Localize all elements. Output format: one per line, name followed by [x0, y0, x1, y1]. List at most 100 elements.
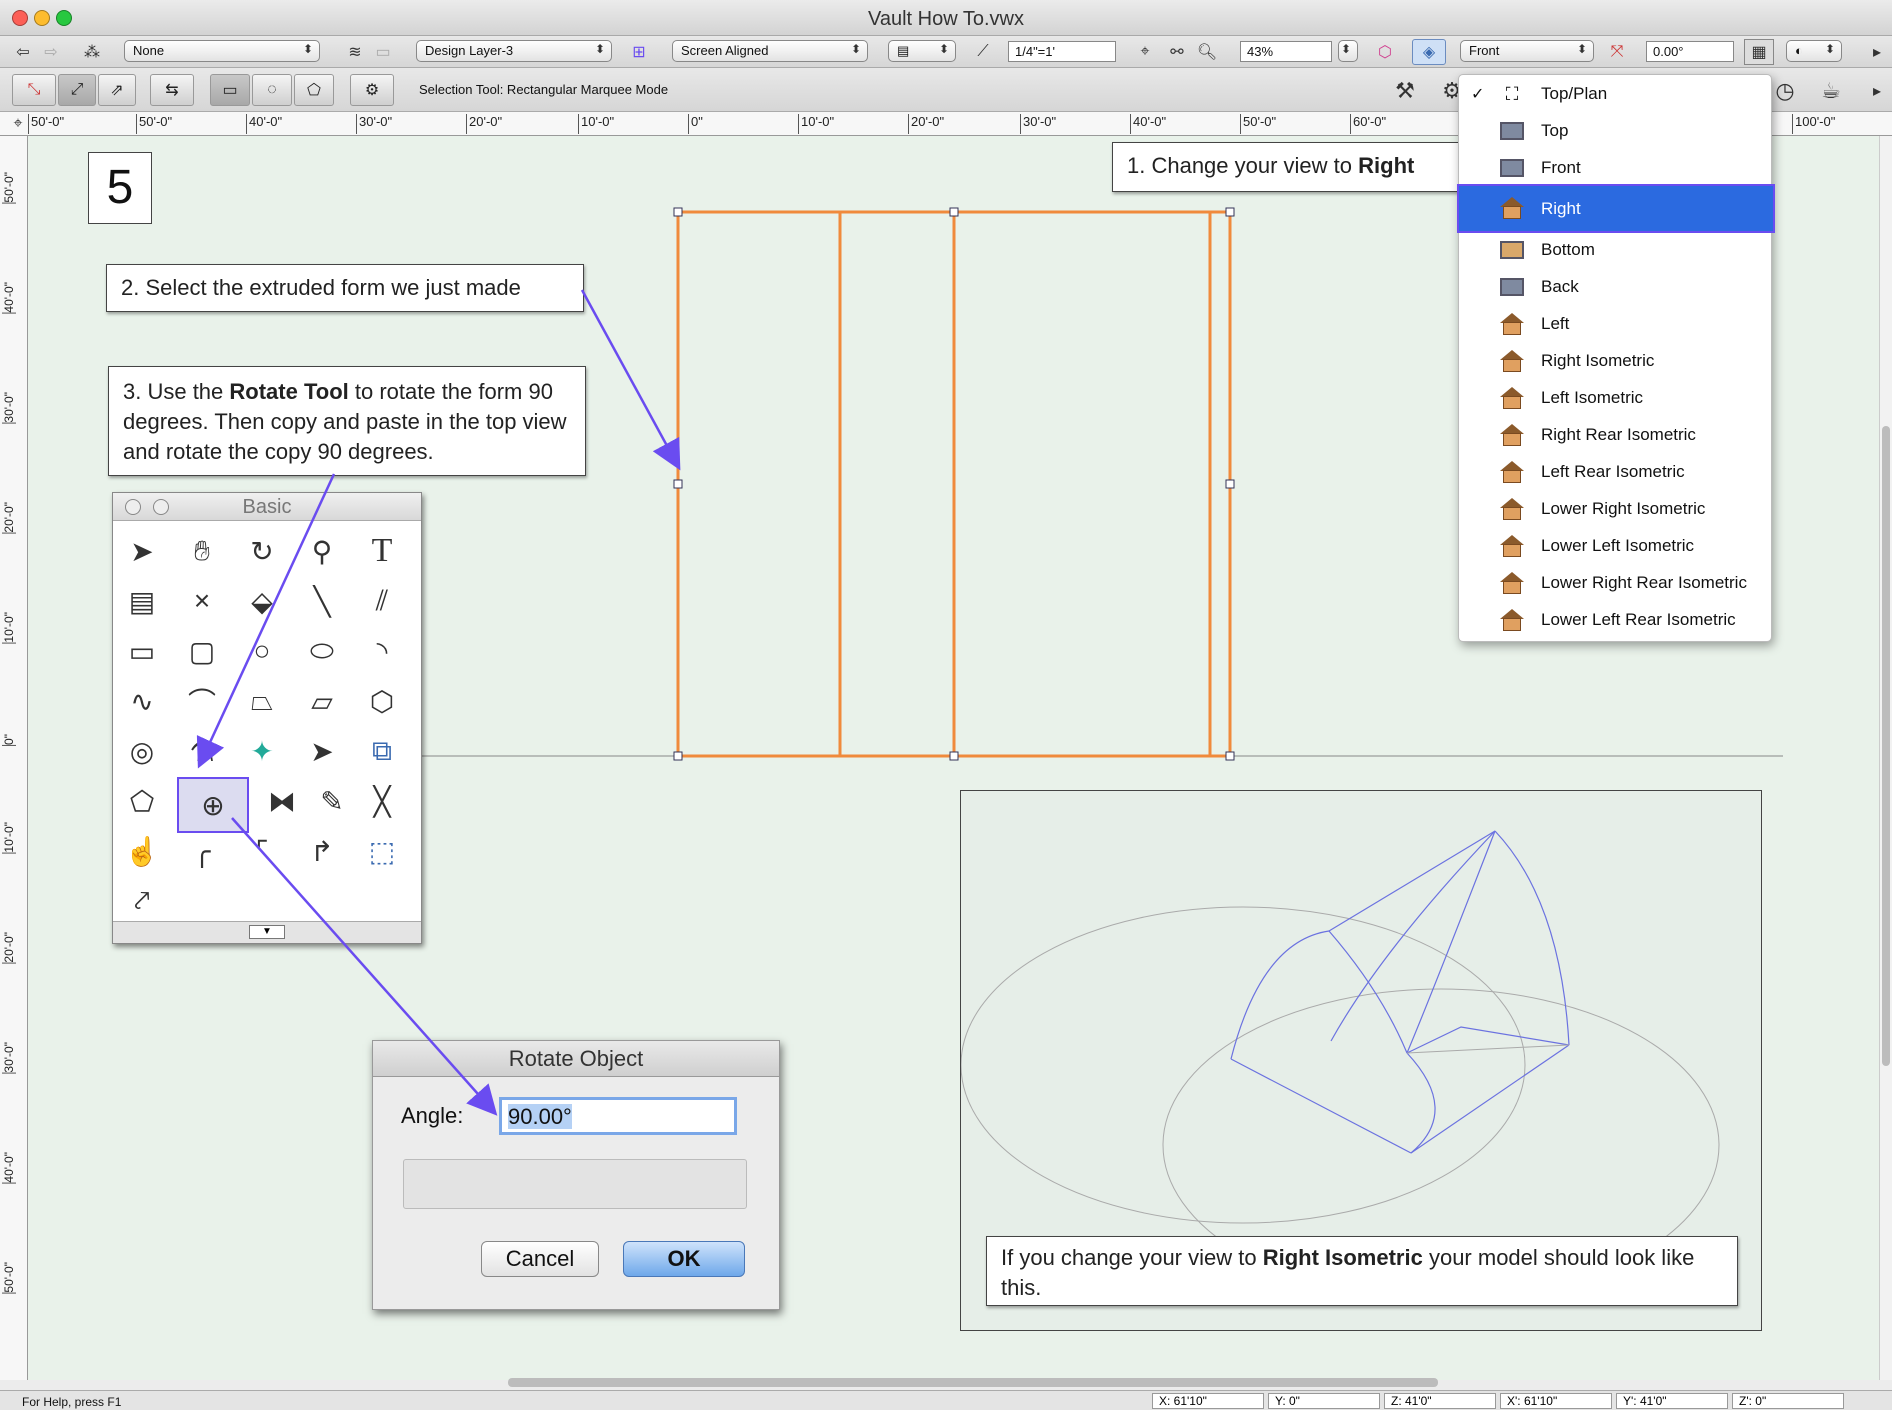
light-settings-icon[interactable]: ▦ — [1744, 39, 1774, 65]
horizontal-scroll-thumb[interactable] — [508, 1378, 1438, 1387]
menu-item-top-plan[interactable]: ✓ ⛶ Top/Plan — [1459, 75, 1773, 112]
zoom-dropdown[interactable] — [1338, 40, 1358, 62]
magic-wand-tool-icon[interactable]: ✦ — [237, 727, 287, 775]
menu-item-back[interactable]: Back — [1459, 268, 1773, 305]
selection-preferences-icon[interactable]: ⚙ — [350, 74, 394, 106]
symbol-insertion-tool-icon[interactable]: ⬙ — [237, 577, 287, 625]
angle-field[interactable]: 0.00° — [1646, 41, 1734, 62]
circle-tool-icon[interactable]: ○ — [237, 627, 287, 675]
menu-item-left[interactable]: Left — [1459, 305, 1773, 342]
multiple-objects-mode-icon[interactable]: ⇗ — [98, 74, 136, 106]
modebar-overflow-icon[interactable]: ▸ — [1866, 76, 1888, 106]
cancel-button[interactable]: Cancel — [481, 1241, 599, 1277]
palette-title-bar[interactable]: Basic — [113, 493, 421, 521]
mirror-tool-icon[interactable]: ⧓ — [257, 777, 307, 825]
clock-icon[interactable]: ◷ — [1768, 76, 1802, 106]
palette-collapse-button[interactable] — [153, 499, 169, 515]
working-plane-icon[interactable]: ⊞ — [624, 40, 654, 64]
move-by-points-tool-icon[interactable]: ⤤ — [117, 877, 167, 925]
plane-popup[interactable]: Screen Aligned — [672, 40, 868, 62]
menu-item-lower-left-rear-isometric[interactable]: Lower Left Rear Isometric — [1459, 601, 1773, 638]
spiral-tool-icon[interactable]: ◎ — [117, 727, 167, 775]
chamfer-tool-icon[interactable]: ⌜ — [237, 827, 287, 875]
layer-options-icon[interactable]: ▭ — [370, 40, 396, 64]
fillet-tool-icon[interactable]: ╭ — [177, 827, 227, 875]
rounded-rectangle-tool-icon[interactable]: ▢ — [177, 627, 227, 675]
rendering-icon[interactable]: ⬡ — [1372, 40, 1398, 64]
single-object-mode-icon[interactable]: ⤢ — [58, 74, 96, 106]
axis-icon[interactable]: ⤧ — [1604, 40, 1630, 64]
rectangle-tool-icon[interactable]: ▭ — [117, 627, 167, 675]
double-line-tool-icon[interactable]: ⫽ — [357, 577, 407, 625]
double-polygon-tool-icon[interactable]: ⏥ — [297, 677, 347, 725]
scale-field[interactable]: 1/4"=1' — [1008, 41, 1116, 62]
flyover-tool-icon[interactable]: ↻ — [237, 527, 287, 575]
menu-item-top[interactable]: Top — [1459, 112, 1773, 149]
arc-tool-icon[interactable]: ◝ — [357, 627, 407, 675]
menu-item-right[interactable]: Right — [1457, 184, 1775, 233]
rotate-tool-icon[interactable]: ⊕ — [177, 777, 249, 833]
layer-popup[interactable]: Design Layer-3 — [416, 40, 612, 62]
reshape-tool-icon[interactable]: ⬠ — [117, 777, 167, 825]
forward-arrow-icon[interactable]: ⇨ — [38, 40, 64, 64]
scale-icon[interactable]: ⟋ — [970, 40, 996, 64]
attribute-mapping-tool-icon[interactable]: ⧉ — [357, 727, 407, 775]
toolbar-overflow-icon[interactable]: ▸ — [1866, 40, 1888, 64]
eyedropper-tool-icon[interactable]: ⚗ — [177, 727, 227, 775]
oval-tool-icon[interactable]: ⬭ — [297, 627, 347, 675]
trim-tool-icon[interactable]: ╳ — [357, 777, 407, 825]
offset-tool-icon[interactable]: ↱ — [297, 827, 347, 875]
vertical-scroll-thumb[interactable] — [1882, 426, 1890, 1066]
transform-mode-icon[interactable]: ⇆ — [150, 74, 194, 106]
menu-item-right-rear-isometric[interactable]: Right Rear Isometric — [1459, 416, 1773, 453]
menu-item-left-isometric[interactable]: Left Isometric — [1459, 379, 1773, 416]
menu-item-bottom[interactable]: Bottom — [1459, 231, 1773, 268]
palette-expand-icon[interactable]: ▼ — [249, 925, 285, 939]
menu-item-lower-right-rear-isometric[interactable]: Lower Right Rear Isometric — [1459, 564, 1773, 601]
palette-close-button[interactable] — [125, 499, 141, 515]
class-navigation-icon[interactable]: ⁂ — [78, 40, 106, 64]
menu-item-lower-right-isometric[interactable]: Lower Right Isometric — [1459, 490, 1773, 527]
ruler-origin-icon[interactable]: ⌖ — [8, 114, 28, 134]
vertical-scrollbar[interactable] — [1879, 136, 1892, 1380]
zoom-field[interactable]: 43% — [1240, 41, 1332, 62]
snapping-icon[interactable]: ⚒ — [1388, 76, 1422, 106]
sheet-popup[interactable]: ▤ — [888, 40, 956, 62]
menu-item-left-rear-isometric[interactable]: Left Rear Isometric — [1459, 453, 1773, 490]
locus-tool-icon[interactable]: × — [177, 577, 227, 625]
polygon-tool-icon[interactable]: ⏢ — [237, 677, 287, 725]
selection-tool-icon[interactable]: ➤ — [117, 527, 167, 575]
zoom-tool-icon[interactable]: ⚲ — [297, 527, 347, 575]
rectangular-marquee-icon[interactable]: ▭ — [210, 74, 250, 106]
projection-icon[interactable]: ◈ — [1412, 39, 1446, 65]
teapot-icon[interactable]: ☕︎ — [1814, 76, 1848, 106]
magnifier-icon[interactable]: 🔍︎ — [1194, 40, 1220, 64]
connect-combine-tool-icon[interactable]: ☝ — [117, 827, 167, 875]
line-tool-icon[interactable]: ╲ — [297, 577, 347, 625]
render-mode-popup[interactable]: ◐ — [1786, 40, 1842, 62]
menu-item-right-isometric[interactable]: Right Isometric — [1459, 342, 1773, 379]
polyline-tool-icon[interactable]: ⌒ — [177, 677, 227, 725]
pan-tool-icon[interactable]: ✋︎ — [177, 527, 227, 575]
extruded-form[interactable] — [673, 207, 1235, 761]
split-tool-icon[interactable]: ✎ — [307, 777, 357, 825]
angle-input[interactable]: 90.00° — [499, 1097, 737, 1135]
layers-icon[interactable]: ≋ — [342, 40, 368, 64]
class-popup[interactable]: None — [124, 40, 320, 62]
polygon-marquee-icon[interactable]: ⬠ — [294, 74, 334, 106]
regular-polygon-tool-icon[interactable]: ⬡ — [357, 677, 407, 725]
text-tool-icon[interactable]: T — [357, 527, 407, 575]
menu-item-lower-left-isometric[interactable]: Lower Left Isometric — [1459, 527, 1773, 564]
disable-snapping-icon[interactable]: ⤡ — [12, 74, 56, 106]
zoom-objects-icon[interactable]: ⚯ — [1164, 40, 1190, 64]
callout-tool-icon[interactable]: ▤ — [117, 577, 167, 625]
freehand-tool-icon[interactable]: ∿ — [117, 677, 167, 725]
menu-item-front[interactable]: Front — [1459, 149, 1773, 186]
view-popup[interactable]: Front — [1460, 40, 1594, 62]
back-arrow-icon[interactable]: ⇦ — [10, 40, 36, 64]
zoom-fit-icon[interactable]: ⌖ — [1132, 40, 1158, 64]
visibility-tool-icon[interactable]: ➤ — [297, 727, 347, 775]
clip-tool-icon[interactable]: ⬚ — [357, 827, 407, 875]
ok-button[interactable]: OK — [623, 1241, 745, 1277]
lasso-marquee-icon[interactable]: ◌ — [252, 74, 292, 106]
